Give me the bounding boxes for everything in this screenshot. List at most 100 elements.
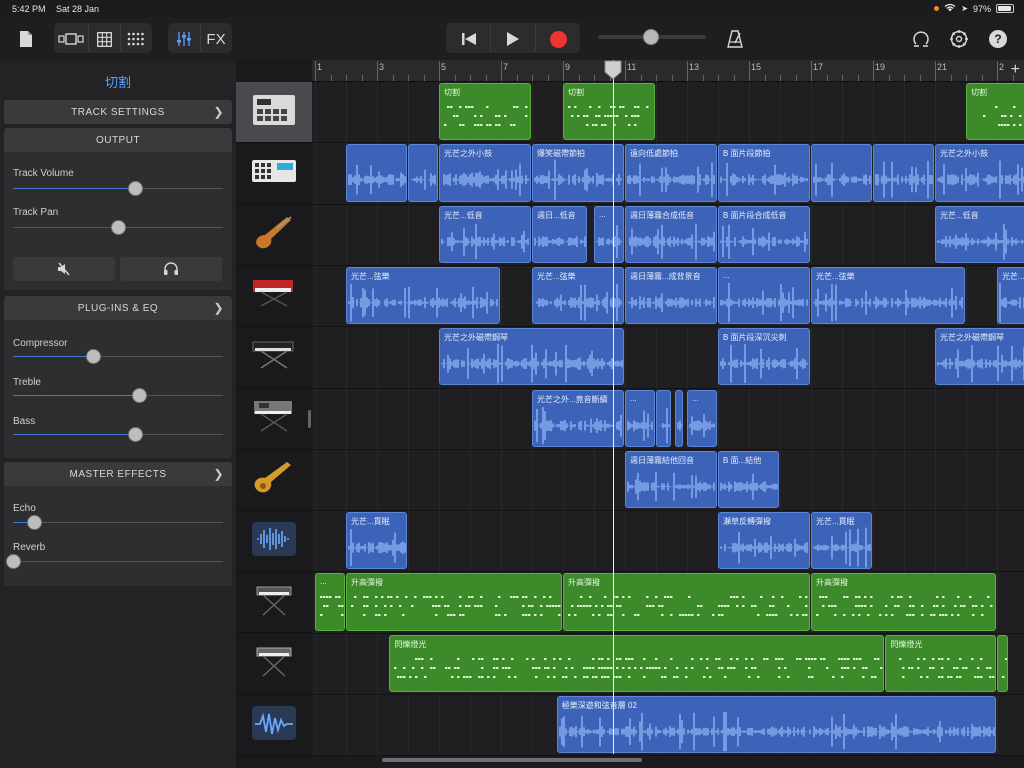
region[interactable]: ...	[625, 389, 655, 447]
track-header-synth-keyboard[interactable]	[236, 389, 312, 450]
reverb-knob[interactable]	[6, 554, 21, 569]
track-header-audio-recorder[interactable]	[236, 511, 312, 573]
horizontal-scrollbar[interactable]	[382, 758, 642, 762]
master-volume-knob[interactable]	[642, 29, 659, 45]
compressor-slider[interactable]	[13, 349, 223, 364]
region[interactable]: B 面片段深沉尖刺	[718, 328, 810, 386]
region[interactable]: 光芒...低音	[935, 205, 1024, 263]
track-pan-knob[interactable]	[111, 220, 126, 235]
region[interactable]: 光芒...弦樂	[811, 266, 965, 325]
region[interactable]: 切割	[966, 83, 1024, 141]
region[interactable]: 週日薄霧合成低音	[625, 205, 717, 263]
playhead[interactable]	[613, 60, 614, 754]
document-icon[interactable]	[14, 24, 38, 54]
solo-button[interactable]	[120, 257, 222, 281]
region[interactable]: 閃爍燈光	[389, 634, 885, 692]
region[interactable]: B 面片段節拍	[718, 144, 810, 202]
mixer-icon[interactable]	[170, 24, 198, 54]
bass-slider[interactable]	[13, 427, 223, 442]
grid-icon[interactable]	[90, 24, 118, 54]
region[interactable]	[811, 144, 872, 202]
master-volume-slider[interactable]	[598, 29, 706, 45]
treble-knob[interactable]	[132, 388, 147, 403]
region[interactable]: 升高彈撥	[346, 573, 562, 631]
track-header-keyboard-stand-a[interactable]	[236, 572, 312, 634]
region[interactable]: 升高彈撥	[811, 573, 996, 631]
region[interactable]: 光芒之外小鼓	[439, 144, 531, 202]
region[interactable]: 爆笑磁帶節拍	[532, 144, 624, 202]
resize-handle[interactable]	[308, 410, 311, 428]
region[interactable]: ...	[687, 389, 717, 447]
track-header-bass-guitar[interactable]	[236, 205, 312, 266]
ruler-tick	[671, 75, 673, 81]
playhead-handle-icon[interactable]	[603, 60, 623, 80]
dots-grid-icon[interactable]	[122, 24, 150, 54]
play-icon[interactable]	[491, 24, 535, 54]
region[interactable]: ...	[594, 205, 624, 263]
track-settings-header[interactable]: TRACK SETTINGS ❯	[4, 100, 232, 124]
compressor-knob[interactable]	[85, 349, 101, 364]
settings-icon[interactable]	[946, 24, 972, 54]
bass-knob[interactable]	[127, 427, 143, 442]
track-volume-slider[interactable]	[13, 181, 223, 196]
plugins-eq-header[interactable]: PLUG-INS & EQ ❯	[4, 296, 232, 320]
track-pan-slider[interactable]	[13, 220, 223, 235]
echo-knob[interactable]	[27, 515, 42, 530]
echo-slider[interactable]	[13, 515, 223, 530]
region[interactable]: ...	[718, 266, 810, 325]
treble-slider[interactable]	[13, 388, 223, 403]
region[interactable]: 光芒...貫眠	[346, 512, 407, 570]
track-header-beat-sequencer[interactable]	[236, 143, 312, 205]
region[interactable]: 升高彈撥	[563, 573, 810, 631]
region[interactable]: 切割	[439, 83, 531, 141]
region[interactable]: 光芒...弦樂	[346, 266, 500, 325]
fx-button[interactable]: FX	[202, 24, 230, 54]
region[interactable]: B 面片段合成低音	[718, 205, 810, 263]
help-button[interactable]: ?	[986, 24, 1010, 54]
region[interactable]: 光芒...弦樂	[997, 266, 1024, 325]
region[interactable]: 遠向低處節拍	[625, 144, 717, 202]
track-volume-knob[interactable]	[127, 181, 143, 196]
region-label: 光芒...低音	[444, 210, 483, 220]
metronome-icon[interactable]	[722, 24, 748, 54]
record-button[interactable]	[536, 24, 580, 54]
master-effects-header[interactable]: MASTER EFFECTS ❯	[4, 462, 232, 486]
region[interactable]: 光芒之外...竟音斷續	[532, 389, 624, 447]
region[interactable]: 週日薄霧結他回音	[625, 450, 717, 509]
region[interactable]: 光芒之外小鼓	[935, 144, 1024, 202]
region[interactable]: 切割	[563, 83, 655, 141]
region[interactable]: 光芒...貫眠	[811, 512, 872, 570]
region[interactable]	[873, 144, 934, 202]
track-header-red-keyboard[interactable]	[236, 266, 312, 327]
region[interactable]	[656, 389, 671, 447]
track-header-electric-guitar[interactable]	[236, 450, 312, 511]
mute-button[interactable]	[13, 257, 115, 281]
region[interactable]: 極樂深遊和弦音層 02	[556, 696, 996, 754]
rewind-icon[interactable]	[448, 24, 490, 54]
region[interactable]: ...	[315, 573, 345, 631]
region[interactable]: 瀬草反轉彈撥	[718, 512, 810, 570]
region[interactable]: 光芒...弦樂	[532, 266, 624, 325]
lane-divider	[312, 571, 1024, 573]
region[interactable]: 光芒...低音	[439, 205, 531, 263]
region[interactable]: 光芒之外磁帶鋼琴	[935, 328, 1024, 386]
loop-icon[interactable]	[908, 24, 934, 54]
reverb-slider[interactable]	[6, 554, 223, 569]
track-header-keyboard-stand-b[interactable]	[236, 634, 312, 695]
region[interactable]: 週日...低音	[532, 205, 587, 263]
region[interactable]	[997, 634, 1009, 692]
region-label: 瀬草反轉彈撥	[723, 517, 771, 527]
region[interactable]	[674, 389, 683, 447]
region[interactable]: 光芒之外磁帶鋼琴	[439, 328, 624, 386]
timeline-ruler[interactable]: + 1 3 5 7 9 11 13 15 17 19 21 2	[312, 60, 1024, 82]
region[interactable]	[346, 144, 407, 202]
tracks-area[interactable]: 切割 切割 切割 光芒之外小鼓 爆笑磁帶節拍 遠向低處節拍 B 面片段節拍 光芒之外小鼓 光芒.…	[312, 82, 1024, 756]
track-header-drum-machine[interactable]	[236, 82, 312, 143]
region[interactable]: 閃爍燈光	[885, 634, 996, 692]
view-toggle-icon[interactable]	[56, 24, 86, 54]
region[interactable]: B 面...結他	[718, 450, 779, 509]
track-header-audio-waveform[interactable]	[236, 695, 312, 756]
region[interactable]: 週日薄霧...成背景音	[625, 266, 717, 325]
track-header-black-keyboard[interactable]	[236, 327, 312, 389]
region[interactable]	[408, 144, 438, 202]
